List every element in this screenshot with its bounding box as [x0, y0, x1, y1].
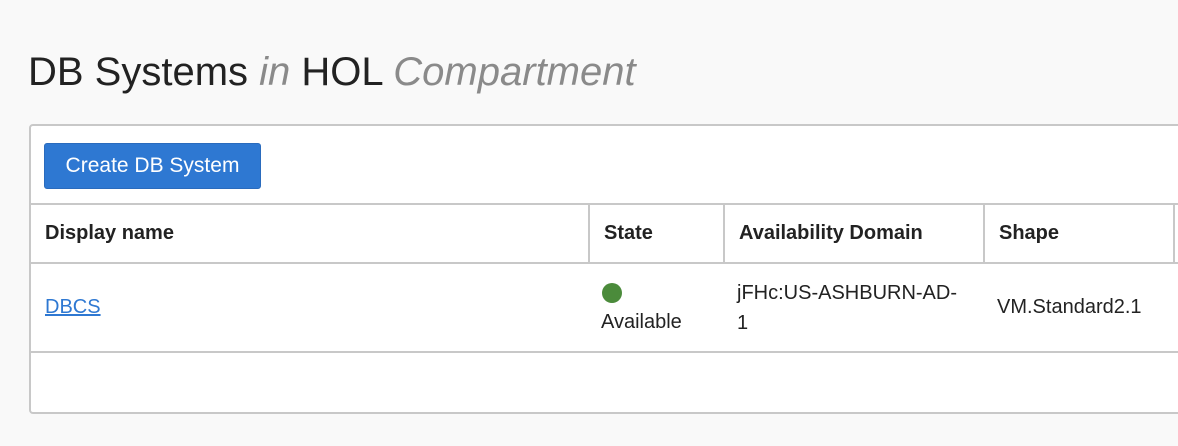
- title-in: in: [259, 50, 291, 94]
- column-header-availability-domain[interactable]: Availability Domain: [723, 205, 983, 262]
- display-name-cell: DBCS: [31, 264, 588, 351]
- db-systems-panel: Create DB System Display name State Avai…: [29, 124, 1178, 414]
- create-db-system-button[interactable]: Create DB System: [44, 143, 261, 189]
- table-row: DBCS Available jFHc:US-ASHBURN-AD-1 VM.S…: [31, 264, 1178, 353]
- title-compartment-word: Compartment: [393, 50, 636, 94]
- shape-value: VM.Standard2.1: [997, 296, 1142, 318]
- db-systems-table: Display name State Availability Domain S…: [31, 203, 1178, 353]
- column-header-display-name[interactable]: Display name: [31, 205, 588, 262]
- availability-domain-value: jFHc:US-ASHBURN-AD-1: [737, 281, 957, 334]
- state-cell: Available: [588, 264, 723, 351]
- column-header-overflow: [1173, 205, 1178, 262]
- state-label: Available: [601, 310, 682, 333]
- availability-domain-cell: jFHc:US-ASHBURN-AD-1: [723, 264, 983, 351]
- shape-cell: VM.Standard2.1: [983, 264, 1173, 351]
- table-header-row: Display name State Availability Domain S…: [31, 205, 1178, 264]
- column-header-state[interactable]: State: [588, 205, 723, 262]
- title-compartment-name: HOL: [290, 50, 394, 94]
- column-header-shape[interactable]: Shape: [983, 205, 1173, 262]
- db-system-link[interactable]: DBCS: [45, 296, 101, 319]
- title-main: DB Systems: [28, 50, 260, 94]
- status-available-icon: [602, 282, 622, 303]
- page-title: DB Systems in HOL Compartment: [28, 46, 636, 98]
